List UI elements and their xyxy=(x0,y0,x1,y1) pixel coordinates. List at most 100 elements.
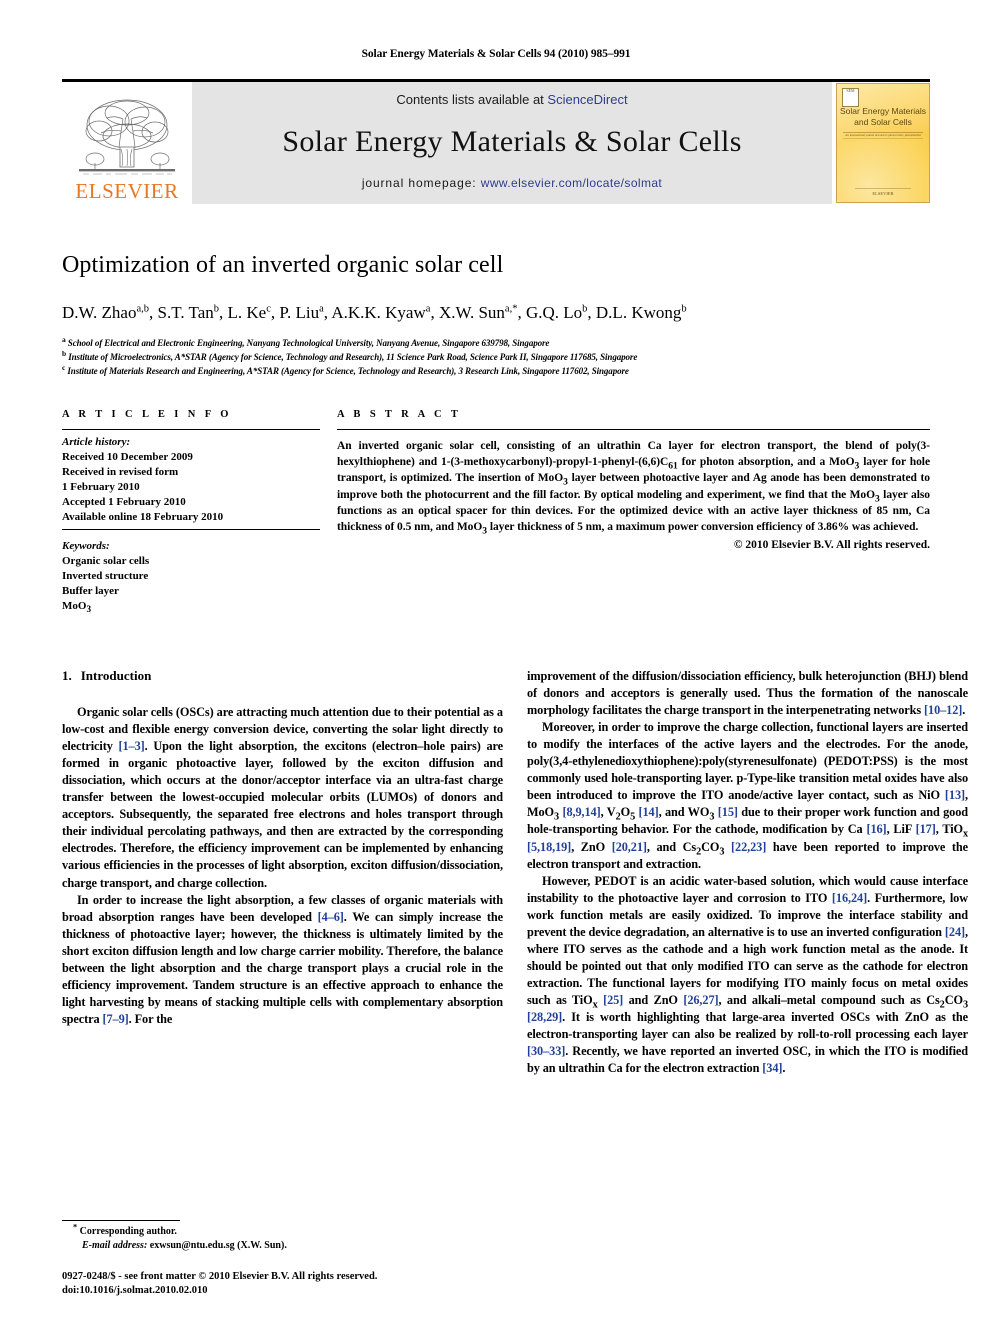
section-heading-introduction: 1. Introduction xyxy=(62,668,503,684)
affiliation-list: a School of Electrical and Electronic En… xyxy=(62,334,930,379)
citation-ref[interactable]: [24] xyxy=(945,925,965,939)
citation-ref[interactable]: [4–6] xyxy=(318,910,344,924)
citation-ref[interactable]: [20,21] xyxy=(612,840,647,854)
corresponding-author-note: * Corresponding author. xyxy=(73,1222,503,1240)
author-affiliation-marker: b xyxy=(582,302,588,314)
journal-homepage-link[interactable]: www.elsevier.com/locate/solmat xyxy=(481,176,662,190)
article-history-label: Article history: xyxy=(62,435,131,448)
citation-ref[interactable]: [30–33] xyxy=(527,1044,565,1058)
citation-ref[interactable]: [10–12] xyxy=(924,703,962,717)
abstract-column: A B S T R A C T An inverted organic sola… xyxy=(320,409,930,619)
citation-ref[interactable]: [7–9] xyxy=(103,1012,129,1026)
running-head: Solar Energy Materials & Solar Cells 94 … xyxy=(361,48,631,60)
title-block: Optimization of an inverted organic sola… xyxy=(62,252,930,379)
article-history-item: Accepted 1 February 2010 xyxy=(62,495,186,508)
affiliation-marker: c xyxy=(62,362,66,372)
affiliation-marker: b xyxy=(62,348,67,358)
author-name: D.L. Kwong xyxy=(595,302,682,322)
author-name: L. Ke xyxy=(227,302,267,322)
citation-ref[interactable]: [22,23] xyxy=(731,840,766,854)
affiliation: b Institute of Microelectronics, A*STAR … xyxy=(62,348,638,362)
imprint-block: 0927-0248/$ - see front matter © 2010 El… xyxy=(62,1270,503,1299)
info-abstract-region: A R T I C L E I N F O Article history: R… xyxy=(62,409,930,619)
keywords-label: Keywords: xyxy=(62,540,110,553)
author-name: A.K.K. Kyaw xyxy=(331,302,426,322)
cover-footer: ELSEVIER xyxy=(855,188,911,196)
journal-homepage-line: journal homepage: www.elsevier.com/locat… xyxy=(362,176,662,190)
elsevier-logo: ELSEVIER xyxy=(62,82,192,204)
citation-ref[interactable]: [15] xyxy=(718,805,738,819)
body-column-left: 1. Introduction Organic solar cells (OSCs… xyxy=(62,668,503,1076)
citation-ref[interactable]: [1–3] xyxy=(119,739,145,753)
author-affiliation-marker: a xyxy=(425,302,431,314)
citation-ref[interactable]: [28,29] xyxy=(527,1010,562,1024)
imprint-line-2: doi:10.1016/j.solmat.2010.02.010 xyxy=(62,1285,208,1297)
journal-title: Solar Energy Materials & Solar Cells xyxy=(282,124,742,158)
citation-ref[interactable]: [34] xyxy=(762,1061,782,1075)
email-value[interactable]: exwsun@ntu.edu.sg (X.W. Sun). xyxy=(150,1240,287,1251)
footnote-rule xyxy=(62,1219,180,1221)
section-number: 1. xyxy=(62,668,72,684)
email-label: E-mail address: xyxy=(82,1240,148,1252)
affiliation: c Institute of Materials Research and En… xyxy=(62,362,629,376)
citation-ref[interactable]: [5,18,19] xyxy=(527,840,571,854)
abstract-rule xyxy=(337,428,930,430)
keyword-item: MoO3 xyxy=(62,600,92,615)
paragraph-intro-1: Organic solar cells (OSCs) are attractin… xyxy=(62,705,503,890)
journal-masthead: ELSEVIER Contents lists available at Sci… xyxy=(62,79,930,204)
author-name: G.Q. Lo xyxy=(525,302,583,322)
article-history-item: Available online 18 February 2010 xyxy=(62,510,224,523)
citation-ref[interactable]: [14] xyxy=(639,805,659,819)
author-name: S.T. Tan xyxy=(157,302,214,322)
article-history-item: 1 February 2010 xyxy=(62,480,140,493)
keyword-item: Organic solar cells xyxy=(62,555,150,568)
abstract-text: An inverted organic solar cell, consisti… xyxy=(337,439,931,537)
elsevier-tree-icon xyxy=(79,99,175,175)
contents-available-line: Contents lists available at ScienceDirec… xyxy=(396,92,627,107)
masthead-center: Contents lists available at ScienceDirec… xyxy=(192,82,832,204)
citation-ref[interactable]: [16,24] xyxy=(832,891,867,905)
author-affiliation-marker: b xyxy=(213,302,220,314)
affiliation-marker: a xyxy=(62,334,66,344)
citation-ref[interactable]: [13] xyxy=(945,788,965,802)
citation-ref[interactable]: [8,9,14] xyxy=(562,805,600,819)
article-info-heading: A R T I C L E I N F O xyxy=(62,408,232,420)
citation-ref[interactable]: [17] xyxy=(916,822,936,836)
article-history-block: Article history: Received 10 December 20… xyxy=(62,428,320,531)
author-affiliation-marker: a,b xyxy=(136,302,149,314)
homepage-prefix: journal homepage: xyxy=(361,176,481,190)
affiliation: a School of Electrical and Electronic En… xyxy=(62,334,550,348)
body-column-right: improvement of the diffusion/dissociatio… xyxy=(527,668,968,1076)
article-history-item: Received 10 December 2009 xyxy=(62,450,193,463)
citation-ref[interactable]: [26,27] xyxy=(683,993,718,1007)
cover-image: SEM Solar Energy Materials and Solar Cel… xyxy=(836,83,930,203)
citation-ref[interactable]: [16] xyxy=(866,822,886,836)
keyword-item: Inverted structure xyxy=(62,570,149,583)
author-affiliation-marker: a,* xyxy=(504,302,518,314)
paragraph-intro-4: However, PEDOT is an acidic water-based … xyxy=(527,873,969,1075)
author-list: D.W. Zhaoa,b, S.T. Tanb, L. Kec, P. Liua… xyxy=(62,302,687,322)
author-name: D.W. Zhao xyxy=(62,302,137,322)
article-page: Solar Energy Materials & Solar Cells 94 … xyxy=(0,0,992,1323)
asterisk-marker: * xyxy=(73,1222,78,1232)
section-title: Introduction xyxy=(80,668,152,684)
author-affiliation-marker: b xyxy=(681,302,687,314)
keyword-item: Buffer layer xyxy=(62,585,119,598)
subscript: 3 xyxy=(86,604,92,615)
paragraph-intro-2-cont: improvement of the diffusion/dissociatio… xyxy=(527,669,968,718)
corresponding-author-text: Corresponding author. xyxy=(79,1225,177,1237)
keywords-items: Organic solar cells Inverted structure Buf… xyxy=(62,554,320,614)
journal-cover-thumbnail: SEM Solar Energy Materials and Solar Cel… xyxy=(832,82,930,204)
author-affiliation-marker: c xyxy=(266,302,271,314)
citation-ref[interactable]: [25] xyxy=(603,993,623,1007)
page-title: Optimization of an inverted organic sola… xyxy=(62,252,504,278)
imprint-line-1: 0927-0248/$ - see front matter © 2010 El… xyxy=(62,1270,378,1282)
body-columns: 1. Introduction Organic solar cells (OSCs… xyxy=(62,668,968,1076)
article-history-items: Received 10 December 2009 Received in rev… xyxy=(62,450,320,525)
article-history-item: Received in revised form xyxy=(62,465,179,478)
author-affiliation-marker: a xyxy=(319,302,324,314)
cover-title: Solar Energy Materials and Solar Cells xyxy=(837,106,929,127)
cover-title-line1: Solar Energy Materials xyxy=(840,106,926,116)
sciencedirect-link[interactable]: ScienceDirect xyxy=(547,92,627,107)
abstract-copyright: © 2010 Elsevier B.V. All rights reserved… xyxy=(733,538,930,551)
